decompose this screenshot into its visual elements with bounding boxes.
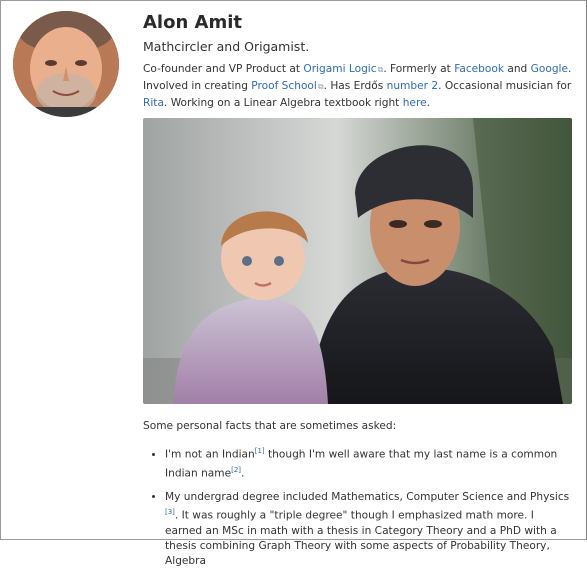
facts-list: I'm not an Indian[1] though I'm well awa… <box>143 444 573 569</box>
bio-text: . Formerly at <box>383 63 455 75</box>
footnote-ref[interactable]: [3] <box>165 508 175 516</box>
bio-text: . Working on a Linear Algebra textbook r… <box>163 97 403 109</box>
proof-school-link[interactable]: Proof School <box>251 80 317 92</box>
fact-text: . It was roughly a "triple degree" thoug… <box>165 509 557 567</box>
list-item: I'm not an Indian[1] though I'm well awa… <box>165 444 573 481</box>
fact-text: I'm not an Indian <box>165 448 255 461</box>
rita-link[interactable]: Rita <box>143 97 164 109</box>
profile-subtitle: Mathcircler and Origamist. <box>143 39 310 54</box>
google-link[interactable]: Google <box>531 63 568 75</box>
origami-logic-link[interactable]: Origami Logic <box>303 63 376 75</box>
profile-bio: Co-founder and VP Product at Origami Log… <box>143 61 573 111</box>
footnote-ref[interactable]: [1] <box>255 447 265 455</box>
bio-text: and <box>503 63 531 75</box>
textbook-link[interactable]: here <box>403 97 427 109</box>
bio-text: . <box>426 97 430 109</box>
avatar-face-image <box>13 11 119 117</box>
fact-text: . <box>241 467 245 480</box>
profile-name[interactable]: Alon Amit <box>143 11 573 35</box>
photo-father-daughter-image <box>143 118 572 404</box>
profile-photo <box>143 118 572 404</box>
footnote-ref[interactable]: [2] <box>231 466 241 474</box>
avatar[interactable] <box>13 11 119 117</box>
facebook-link[interactable]: Facebook <box>454 63 504 75</box>
profile-header: Alon Amit Mathcircler and Origamist. Co-… <box>143 11 573 111</box>
bio-text: . Has Erdős <box>323 80 387 92</box>
facts-intro: Some personal facts that are sometimes a… <box>143 420 397 432</box>
bio-text: Co-founder and VP Product at <box>143 63 304 75</box>
list-item: My undergrad degree included Mathematics… <box>165 490 573 569</box>
erdos-number-link[interactable]: number 2 <box>387 80 438 92</box>
fact-text: My undergrad degree included Mathematics… <box>165 491 570 504</box>
bio-text: . Occasional musician for <box>438 80 572 92</box>
personal-facts: Some personal facts that are sometimes a… <box>143 418 573 578</box>
